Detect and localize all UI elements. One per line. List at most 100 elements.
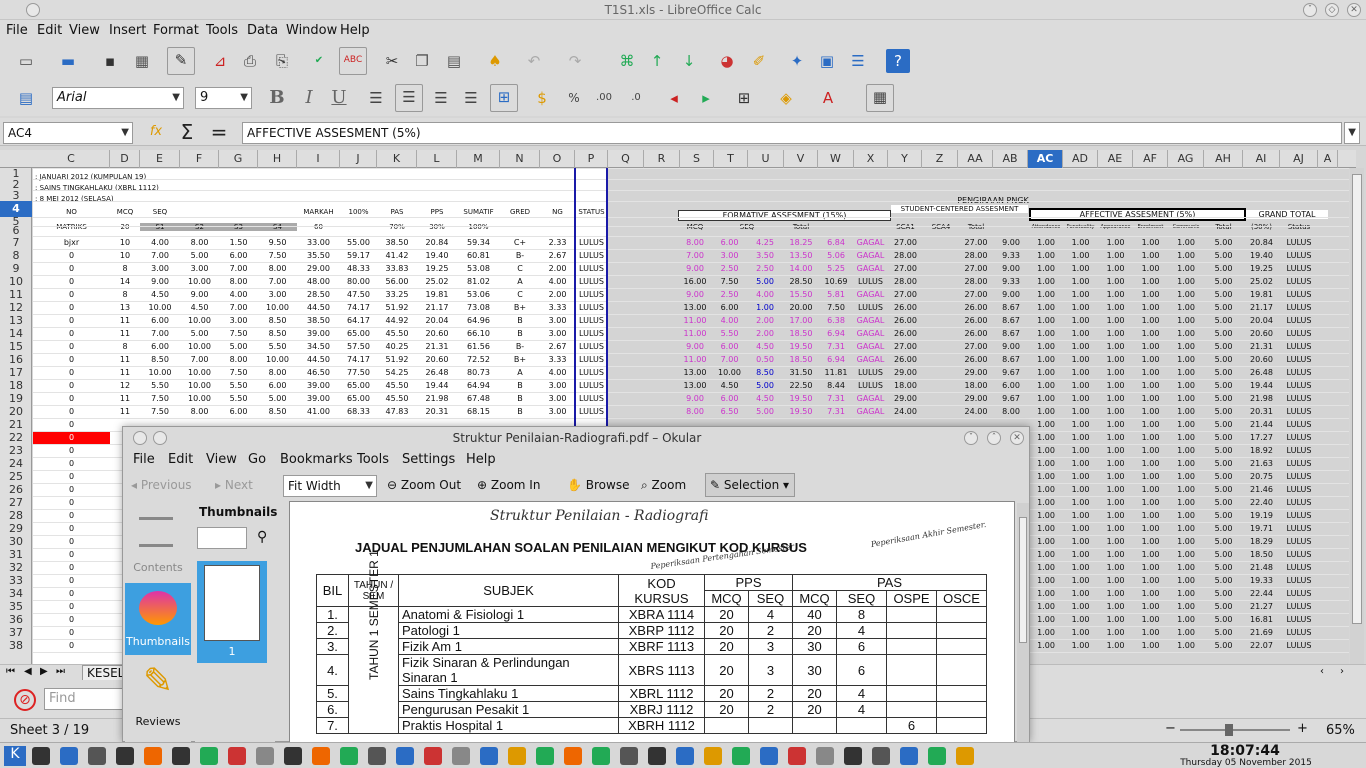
currency-icon[interactable]: $ [530,86,554,110]
cell-value[interactable]: 1.00 [1133,289,1168,301]
cell-value[interactable]: 40.25 [377,341,417,353]
cell-value[interactable]: 3.00 [540,328,575,340]
cell-value[interactable]: 1.00 [1063,536,1098,548]
cell-value[interactable]: 5.00 [1204,367,1243,379]
toggle-grid-icon[interactable]: ▦ [866,84,894,112]
cell-value[interactable]: 5.00 [1204,289,1243,301]
cell-value[interactable]: 1.00 [1098,523,1133,535]
cell-value[interactable]: 1.00 [1029,341,1063,353]
cell-value[interactable]: B [500,380,540,392]
cell-value[interactable]: 1.00 [1098,250,1133,262]
cell-value[interactable]: LULUS [1280,484,1318,496]
cell-value[interactable]: bjxr [33,237,110,249]
cell-value[interactable]: 1.00 [1063,562,1098,574]
cell-value[interactable]: 26.00 [959,302,993,314]
cell-value[interactable]: 47.50 [340,289,377,301]
cell-value[interactable]: 6.38 [819,315,853,327]
cell-value[interactable]: 74.17 [340,302,377,314]
cell-value[interactable]: 1.00 [1029,354,1063,366]
cell-value[interactable]: LULUS [1280,302,1318,314]
cell-value[interactable]: 7.31 [819,393,853,405]
maximize-icon[interactable]: ˆ [987,431,1001,445]
cell-value[interactable]: 1.00 [1133,250,1168,262]
row-header[interactable]: 37 [0,626,32,639]
cell-value[interactable]: A [500,367,540,379]
taskbar-app-icon[interactable] [256,747,274,765]
okular-menu-file[interactable]: File [133,452,155,467]
cell-value[interactable]: 6.00 [712,237,747,249]
cell-value[interactable]: 16.00 [678,276,712,288]
last-sheet-icon[interactable]: ⏭ [56,666,65,677]
cell-value[interactable]: 1.00 [1133,367,1168,379]
cell-value[interactable]: 5.00 [1204,523,1243,535]
cell-value[interactable]: 1.00 [1133,354,1168,366]
cell-value[interactable]: 1.00 [1029,588,1063,600]
cell-value[interactable]: 7.50 [219,367,258,379]
cell-value[interactable]: 4.25 [747,237,783,249]
cut-icon[interactable]: ✂ [380,49,404,73]
cell-value[interactable]: 1.00 [1098,536,1133,548]
row-header[interactable]: 12 [0,301,32,314]
cell-value[interactable]: 0 [33,432,110,444]
cell-value[interactable]: 5.00 [1204,510,1243,522]
cell-value[interactable]: 11 [110,367,140,379]
cell-value[interactable]: 0 [33,640,110,652]
cell-value[interactable]: 1.00 [1133,458,1168,470]
cell-value[interactable]: 5.00 [1204,640,1243,652]
cell-value[interactable]: 1.00 [1063,237,1098,249]
cell-value[interactable]: 21.98 [1243,393,1280,405]
cell-value[interactable]: 12 [110,380,140,392]
cell-value[interactable]: 2.00 [747,328,783,340]
cell-value[interactable]: 6.84 [819,237,853,249]
cell-value[interactable]: 7.50 [712,276,747,288]
column-header-ad[interactable]: AD [1063,150,1098,168]
cell-value[interactable]: 26.00 [888,354,923,366]
cell-value[interactable]: 5.00 [1204,354,1243,366]
cell-value[interactable]: 24.00 [959,406,993,418]
cell-value[interactable]: B- [500,341,540,353]
cell-value[interactable]: 74.17 [340,354,377,366]
cell-value[interactable]: 1.00 [1133,263,1168,275]
cell-value[interactable]: 1.00 [1168,458,1204,470]
cell-value[interactable]: 1.00 [1098,354,1133,366]
cell-value[interactable]: 26.00 [959,328,993,340]
cell-value[interactable]: 2.67 [540,341,575,353]
cell-value[interactable]: 0 [33,354,110,366]
cell-value[interactable]: 8.67 [993,328,1029,340]
cell-value[interactable]: 19.40 [1243,250,1280,262]
cell-value[interactable]: 7.00 [678,250,712,262]
cell-value[interactable]: 27.00 [888,289,923,301]
cell-value[interactable]: 1.00 [1098,328,1133,340]
close-find-icon[interactable]: ⊘ [14,689,36,711]
cell-value[interactable]: 1.00 [1063,341,1098,353]
cell-value[interactable]: 19.19 [1243,510,1280,522]
cell-value[interactable]: 27.00 [959,289,993,301]
cell-value[interactable]: 18.00 [959,380,993,392]
cell-value[interactable]: LULUS [1280,354,1318,366]
cell-value[interactable]: 0 [33,497,110,509]
okular-menu-go[interactable]: Go [248,452,266,467]
row-header[interactable]: 33 [0,574,32,587]
cell-value[interactable]: 1.00 [1063,406,1098,418]
cell-value[interactable]: 2.67 [540,250,575,262]
cell-value[interactable]: 1.00 [1098,484,1133,496]
cell-value[interactable]: 28.00 [888,276,923,288]
reviews-tab[interactable]: Reviews [125,715,191,728]
row-header[interactable]: 14 [0,327,32,340]
pdf-scrollbar[interactable] [1017,503,1029,743]
row-header[interactable]: 28 [0,509,32,522]
column-header-v[interactable]: V [784,150,818,168]
cell-value[interactable]: 11 [110,354,140,366]
cell-value[interactable]: 1.00 [1133,575,1168,587]
gallery-icon[interactable]: ▣ [815,49,839,73]
column-header-w[interactable]: W [818,150,854,168]
cell-value[interactable]: 18.50 [783,328,819,340]
taskbar-app-icon[interactable] [424,747,442,765]
cell-value[interactable]: 10.00 [180,315,219,327]
cell-value[interactable]: 1.00 [1029,367,1063,379]
cell-value[interactable]: 1.00 [1098,627,1133,639]
cell-value[interactable]: 1.00 [1133,523,1168,535]
cell-value[interactable]: B [500,315,540,327]
row-header[interactable]: 3 [0,190,32,201]
column-header-ah[interactable]: AH [1204,150,1243,168]
